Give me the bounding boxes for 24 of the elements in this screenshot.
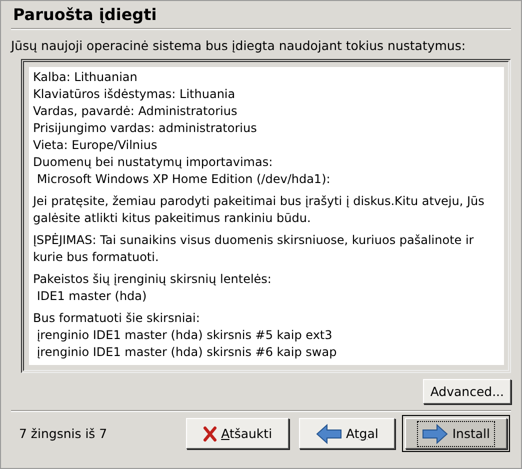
summary-text: Vardas, pavardė: Administratorius: [33, 103, 238, 120]
summary-text: IDE1 master (hda): [36, 288, 148, 305]
summary-text: Bus formatuoti šie skirsniai:: [33, 310, 201, 327]
advanced-button[interactable]: Advanced...: [423, 379, 511, 404]
summary-text: Vieta: Europe/Vilnius: [33, 137, 158, 154]
summary-text: įrenginio IDE1 master (hda) skirsnis #5 kaip ext3: [36, 327, 334, 344]
forward-button[interactable]: Install: [405, 418, 507, 449]
cross-icon: [203, 426, 218, 442]
summary-text: Pakeistos šių įrenginių skirsnių lentelės:: [33, 271, 272, 288]
summary-text: Kalba: Lithuanian: [33, 69, 138, 86]
summary-text: Microsoft Windows XP Home Edition (/dev/hda1):: [36, 171, 332, 188]
back-button[interactable]: Atgal: [299, 418, 396, 449]
cancel-button[interactable]: Atšaukti: [186, 418, 290, 449]
left-arrow-icon: [316, 424, 342, 444]
right-arrow-icon: [422, 424, 448, 444]
summary-text: Jei pratęsite, žemiau parodyti pakeitimai bus įrašyti į diskus.Kitu atveju, Jūs galėsite atlikti kitus pakeitimus rankiniu būdu.: [33, 193, 486, 227]
summary-text: Prisijungimo vardas: administratorius: [33, 120, 258, 137]
summary-text: įrenginio IDE1 master (hda) skirsnis #6 kaip swap: [36, 344, 338, 361]
summary-text: Duomenų bei nustatymų importavimas:: [33, 154, 274, 171]
step-counter: 7 žingsnis iš 7: [19, 426, 108, 441]
intro-text: Jūsų naujoji operacinė sistema bus įdiegta naudojant tokius nustatymus:: [11, 38, 467, 53]
summary-text: ĮSPĖJIMAS: Tai sunaikins visus duomenis skirsniuose, kuriuos pašalinote ir kurie bus formatuoti.: [33, 232, 475, 266]
page-title: Paruošta įdiegti: [12, 5, 158, 26]
summary-text: Klaviatūros išdėstymas: Lithuania: [33, 86, 236, 103]
